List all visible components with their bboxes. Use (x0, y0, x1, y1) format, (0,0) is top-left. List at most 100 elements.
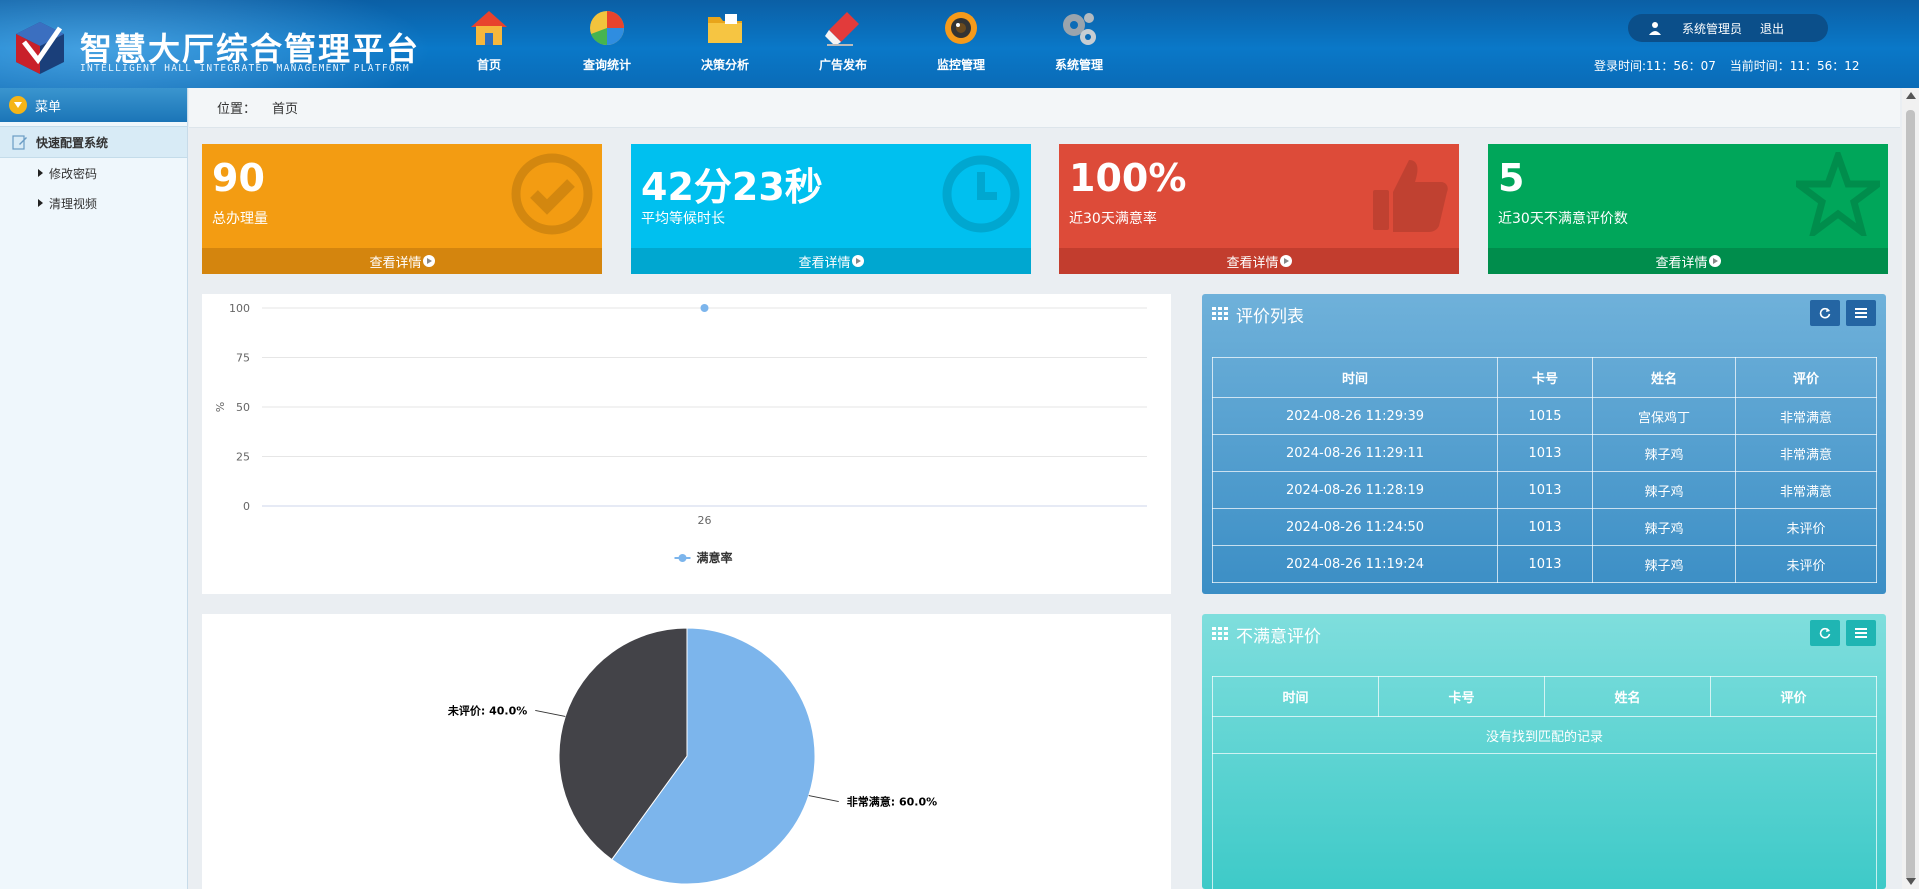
eval-table: 时间 卡号 姓名 评价 2024-08-26 11:29:39 1015 宫保鸡丁非… (1212, 357, 1877, 583)
pie-chart-panel: 非常满意: 60.0% 未评价: 40.0% (202, 614, 1171, 889)
folder-icon (708, 14, 742, 43)
sidebar-item-clear-video[interactable]: 清理视频 (0, 188, 187, 218)
cell: 辣子鸡 (1592, 545, 1736, 583)
cell: 2024-08-26 11:24:50 (1212, 508, 1498, 546)
main-nav: 首页 查询统计 决策分析 广告发布 监控管理 系统管理 (430, 8, 1138, 80)
cell: 1013 (1497, 471, 1593, 509)
nav-query-stats[interactable]: 查询统计 (548, 8, 666, 80)
y-tick-label: 75 (236, 352, 250, 365)
nav-label-ads: 广告发布 (818, 58, 867, 72)
stat-label: 总办理量 (212, 211, 268, 227)
refresh-icon (1819, 627, 1831, 639)
col-name[interactable]: 姓名 (1544, 676, 1711, 717)
table-row[interactable]: 2024-08-26 11:24:50 1013 辣子鸡 未评价 (1212, 508, 1877, 546)
stat-card-wait: 42分23秒 平均等候时长 查看详情 (631, 144, 1031, 274)
edit-icon (12, 135, 27, 150)
pie-connector (808, 795, 839, 803)
col-card[interactable]: 卡号 (1378, 676, 1545, 717)
empty-message: 没有找到匹配的记录 (1212, 716, 1877, 754)
stat-label: 平均等候时长 (641, 211, 725, 227)
stat-details-link[interactable]: 查看详情 (1059, 248, 1459, 274)
scroll-thumb[interactable] (1906, 110, 1915, 880)
star-icon (1796, 152, 1880, 236)
panel-header: 不满意评价 (1202, 614, 1886, 654)
table-filler (1212, 753, 1877, 889)
sidebar-section-quick-config[interactable]: 快速配置系统 (0, 126, 187, 158)
col-eval[interactable]: 评价 (1735, 357, 1877, 398)
col-time[interactable]: 时间 (1212, 676, 1379, 717)
y-tick-label: 50 (236, 401, 250, 414)
y-tick-label: 0 (243, 500, 250, 513)
vertical-scrollbar[interactable] (1902, 88, 1919, 889)
stat-card-total: 90 总办理量 查看详情 (202, 144, 602, 274)
arrow-circle-right-icon (1279, 255, 1292, 267)
home-icon (471, 11, 507, 45)
arrow-circle-right-icon (1708, 255, 1721, 267)
eraser-icon (825, 12, 859, 46)
legend-label: 满意率 (697, 550, 733, 565)
x-tick-label: 26 (698, 514, 712, 527)
col-eval[interactable]: 评价 (1710, 676, 1877, 717)
col-card[interactable]: 卡号 (1497, 357, 1593, 398)
scroll-down-icon[interactable] (1906, 878, 1916, 885)
cell: 非常满意 (1735, 434, 1877, 472)
stat-details-link[interactable]: 查看详情 (202, 248, 602, 274)
table-row[interactable]: 2024-08-26 11:29:11 1013 辣子鸡 非常满意 (1212, 434, 1877, 472)
cell: 未评价 (1735, 508, 1877, 546)
pie-label: 未评价: 40.0% (447, 703, 527, 717)
scroll-up-icon[interactable] (1906, 92, 1916, 99)
columns-button[interactable] (1846, 300, 1876, 326)
y-tick-label: 100 (229, 302, 250, 315)
panel-header: 评价列表 (1202, 294, 1886, 334)
login-time: 登录时间:11：56：07 (1594, 59, 1716, 73)
stat-label: 近30天满意率 (1069, 211, 1157, 227)
nav-ads[interactable]: 广告发布 (784, 8, 902, 80)
session-times: 登录时间:11：56：07 当前时间：11：56：12 (1594, 57, 1860, 74)
table-header-row: 时间 卡号 姓名 评价 (1212, 676, 1877, 717)
sidebar-section-label: 快速配置系统 (36, 135, 109, 150)
stat-label: 近30天不满意评价数 (1498, 211, 1628, 227)
breadcrumb-current[interactable]: 首页 (272, 98, 298, 117)
table-row[interactable]: 2024-08-26 11:19:24 1013 辣子鸡 未评价 (1212, 545, 1877, 583)
menu-header[interactable]: 菜单 (0, 88, 187, 122)
table-row: 没有找到匹配的记录 (1212, 716, 1877, 754)
user-icon (1649, 22, 1661, 35)
nav-home[interactable]: 首页 (430, 8, 548, 80)
nav-label-query-stats: 查询统计 (582, 58, 631, 72)
cell: 未评价 (1735, 545, 1877, 583)
chevron-down-icon (9, 96, 27, 114)
logo-icon (16, 22, 64, 74)
nav-decision[interactable]: 决策分析 (666, 8, 784, 80)
nav-label-monitor: 监控管理 (936, 58, 985, 72)
stat-details-link[interactable]: 查看详情 (631, 248, 1031, 274)
sidebar-item-change-password[interactable]: 修改密码 (0, 158, 187, 188)
cell: 辣子鸡 (1592, 508, 1736, 546)
y-tick-label: 25 (236, 451, 250, 464)
camera-icon (945, 12, 977, 44)
cell: 2024-08-26 11:29:11 (1212, 434, 1498, 472)
columns-button[interactable] (1846, 620, 1876, 646)
col-name[interactable]: 姓名 (1592, 357, 1736, 398)
col-time[interactable]: 时间 (1212, 357, 1498, 398)
evaluation-pie-chart: 非常满意: 60.0% 未评价: 40.0% (447, 627, 937, 885)
panel-title: 不满意评价 (1236, 626, 1321, 647)
link-label: 查看详情 (798, 255, 851, 271)
stat-details-link[interactable]: 查看详情 (1488, 248, 1888, 274)
refresh-button[interactable] (1810, 300, 1840, 326)
current-time: 当前时间：11：56：12 (1729, 59, 1860, 73)
pie-connector (535, 709, 566, 717)
list-icon (1855, 628, 1867, 638)
nav-system[interactable]: 系统管理 (1020, 8, 1138, 80)
table-row[interactable]: 2024-08-26 11:28:19 1013 辣子鸡 非常满意 (1212, 471, 1877, 509)
table-row[interactable]: 2024-08-26 11:29:39 1015 宫保鸡丁 非常满意 (1212, 397, 1877, 435)
caret-right-icon (38, 169, 43, 177)
list-icon (1855, 308, 1867, 318)
nav-label-system: 系统管理 (1054, 58, 1103, 72)
stat-value: 42分23秒 (641, 165, 823, 209)
unsatisfied-table: 时间 卡号 姓名 评价 没有找到匹配的记录 (1212, 676, 1877, 889)
logout-link[interactable]: 退出 (1760, 20, 1784, 37)
nav-monitor[interactable]: 监控管理 (902, 8, 1020, 80)
menu-title: 菜单 (35, 99, 62, 115)
refresh-button[interactable] (1810, 620, 1840, 646)
stat-value: 5 (1498, 156, 1525, 200)
